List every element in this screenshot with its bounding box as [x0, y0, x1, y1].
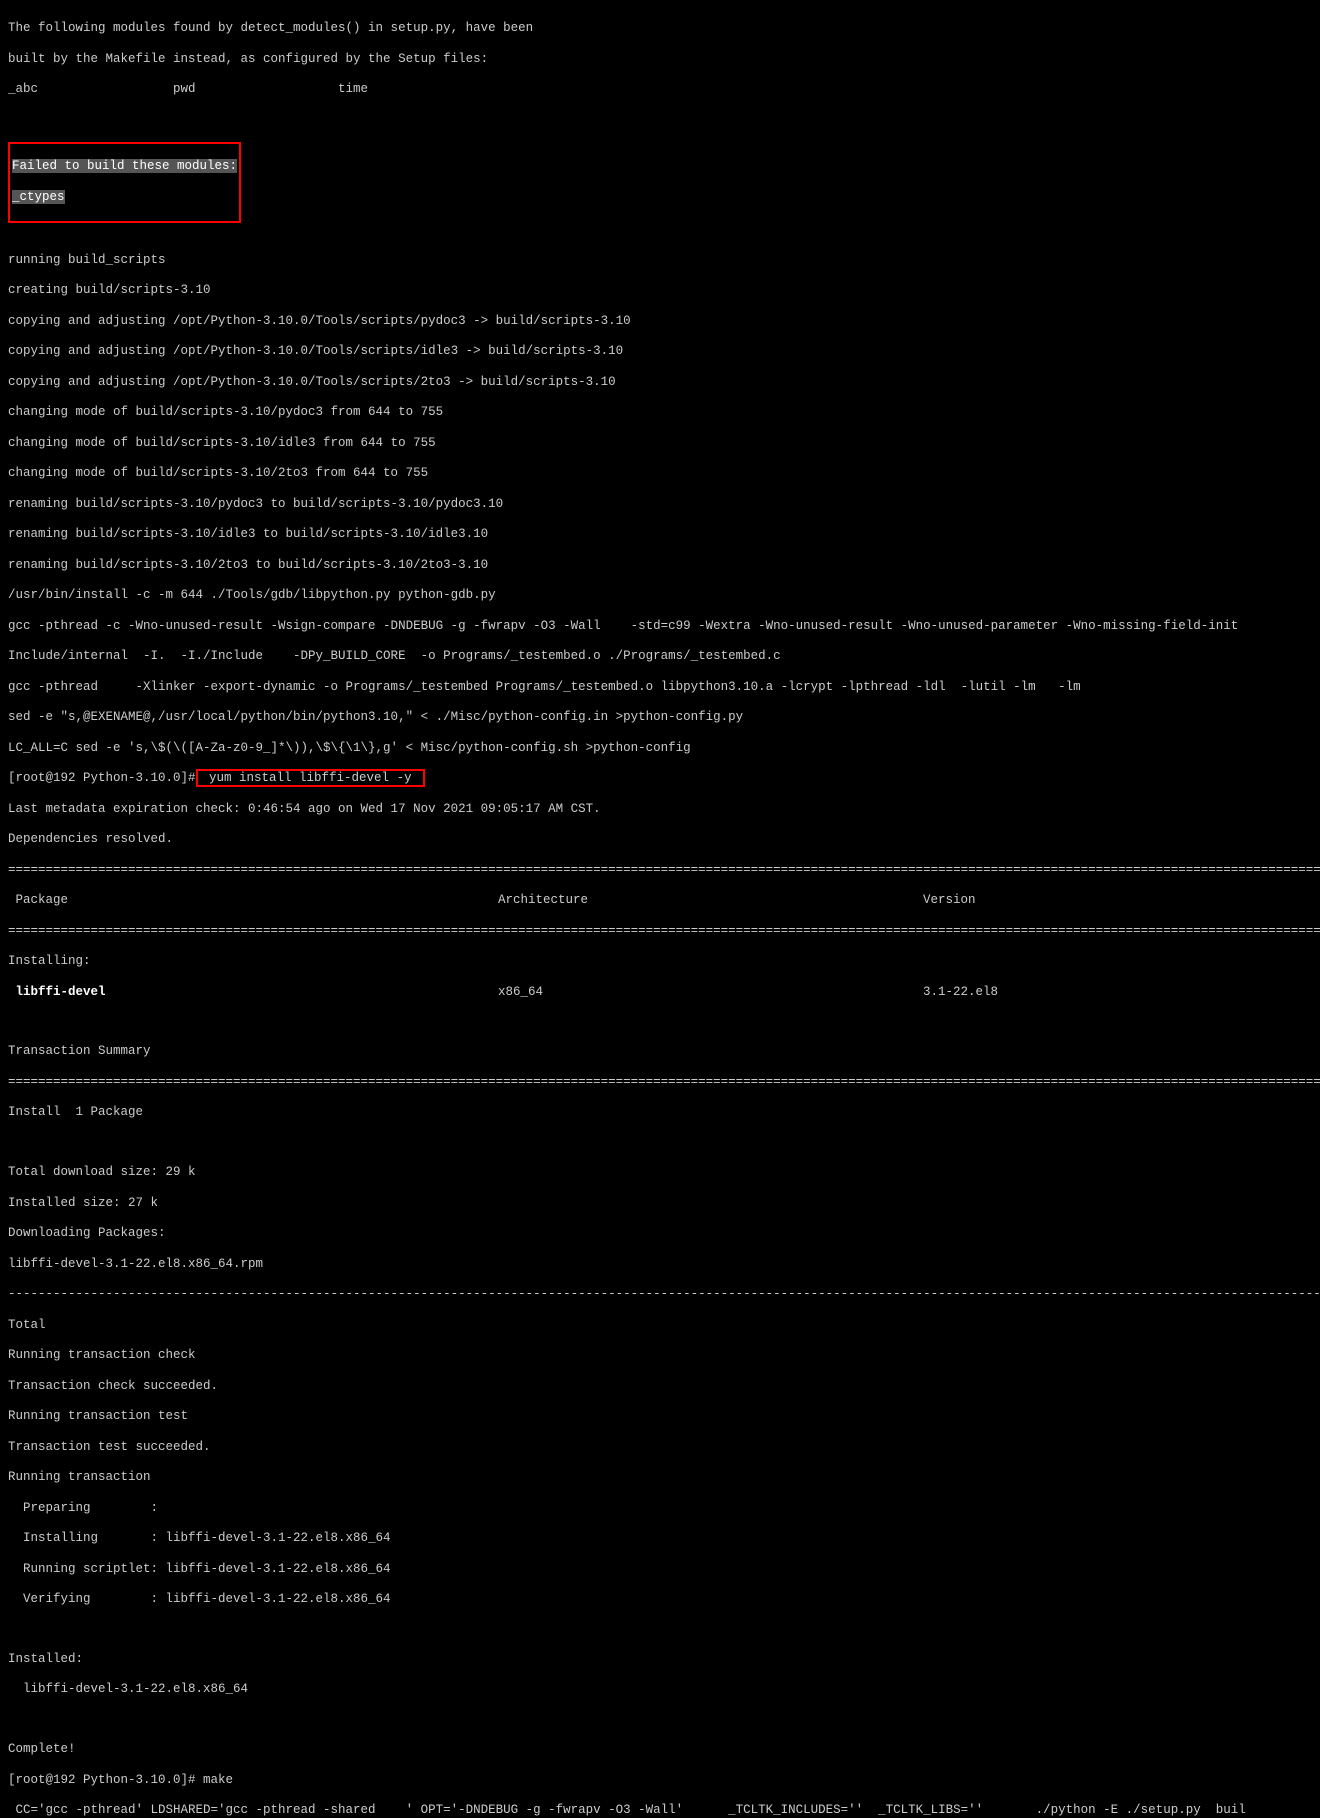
- separator-double: ========================================…: [8, 1075, 1312, 1090]
- output-line: gcc -pthread -c -Wno-unused-result -Wsig…: [8, 619, 1312, 634]
- output-line: Running transaction test: [8, 1409, 1312, 1424]
- separator-double: ========================================…: [8, 924, 1312, 939]
- output-line: Verifying : libffi-devel-3.1-22.el8.x86_…: [8, 1592, 1312, 1607]
- output-line: libffi-devel-3.1-22.el8.x86_64: [8, 1682, 1312, 1697]
- output-line: Include/internal -I. -I./Include -DPy_BU…: [8, 649, 1312, 664]
- col-arch: Architecture: [498, 893, 923, 908]
- output-line: gcc -pthread -Xlinker -export-dynamic -o…: [8, 680, 1312, 695]
- output-line: renaming build/scripts-3.10/2to3 to buil…: [8, 558, 1312, 573]
- output-line: Installed:: [8, 1652, 1312, 1667]
- prompt-line: [root@192 Python-3.10.0]# make: [8, 1773, 1312, 1788]
- output-line: built by the Makefile instead, as config…: [8, 52, 1312, 67]
- output-line: Installing:: [8, 954, 1312, 969]
- col-version: Version: [923, 893, 1312, 908]
- output-line: /usr/bin/install -c -m 644 ./Tools/gdb/l…: [8, 588, 1312, 603]
- col-package: Package: [8, 893, 498, 908]
- failed-header: Failed to build these modules:: [12, 159, 237, 173]
- output-line: renaming build/scripts-3.10/idle3 to bui…: [8, 527, 1312, 542]
- yum-command-highlight: yum install libffi-devel -y: [196, 769, 426, 787]
- failed-modules-highlight: Failed to build these modules: _ctypes: [8, 142, 241, 223]
- terminal-output[interactable]: The following modules found by detect_mo…: [0, 0, 1320, 1818]
- output-line: Downloading Packages:: [8, 1226, 1312, 1241]
- output-line: sed -e "s,@EXENAME@,/usr/local/python/bi…: [8, 710, 1312, 725]
- output-line: Preparing :: [8, 1501, 1312, 1516]
- output-line: Transaction check succeeded.: [8, 1379, 1312, 1394]
- failed-module-name: _ctypes: [12, 190, 65, 204]
- output-line: Last metadata expiration check: 0:46:54 …: [8, 802, 1312, 817]
- separator-dash: ----------------------------------------…: [8, 1287, 1312, 1302]
- output-line: copying and adjusting /opt/Python-3.10.0…: [8, 375, 1312, 390]
- output-line: Running transaction check: [8, 1348, 1312, 1363]
- output-line: creating build/scripts-3.10: [8, 283, 1312, 298]
- separator-double: ========================================…: [8, 863, 1312, 878]
- output-line: Installed size: 27 k: [8, 1196, 1312, 1211]
- output-line: Transaction Summary: [8, 1044, 1312, 1059]
- output-line: Running transaction: [8, 1470, 1312, 1485]
- output-line: Total: [8, 1318, 1312, 1333]
- package-version: 3.1-22.el8: [923, 985, 1312, 1000]
- package-name: libffi-devel: [8, 985, 498, 1000]
- output-line: The following modules found by detect_mo…: [8, 21, 1312, 36]
- output-line: renaming build/scripts-3.10/pydoc3 to bu…: [8, 497, 1312, 512]
- output-line: CC='gcc -pthread' LDSHARED='gcc -pthread…: [8, 1803, 1312, 1818]
- output-line: copying and adjusting /opt/Python-3.10.0…: [8, 344, 1312, 359]
- output-line: Running scriptlet: libffi-devel-3.1-22.e…: [8, 1562, 1312, 1577]
- output-line: Install 1 Package: [8, 1105, 1312, 1120]
- table-row: libffi-devel x86_64 3.1-22.el8: [8, 985, 1312, 1000]
- output-line: changing mode of build/scripts-3.10/2to3…: [8, 466, 1312, 481]
- output-line: Installing : libffi-devel-3.1-22.el8.x86…: [8, 1531, 1312, 1546]
- output-line: running build_scripts: [8, 253, 1312, 268]
- output-line: Transaction test succeeded.: [8, 1440, 1312, 1455]
- output-line: Dependencies resolved.: [8, 832, 1312, 847]
- table-header: Package Architecture Version: [8, 893, 1312, 908]
- output-line: Total download size: 29 k: [8, 1165, 1312, 1180]
- output-line: copying and adjusting /opt/Python-3.10.0…: [8, 314, 1312, 329]
- prompt-line: [root@192 Python-3.10.0]# yum install li…: [8, 771, 1312, 786]
- output-line: Complete!: [8, 1742, 1312, 1757]
- output-line: changing mode of build/scripts-3.10/pydo…: [8, 405, 1312, 420]
- output-line: _abc pwd time: [8, 82, 1312, 97]
- output-line: libffi-devel-3.1-22.el8.x86_64.rpm: [8, 1257, 1312, 1272]
- output-line: changing mode of build/scripts-3.10/idle…: [8, 436, 1312, 451]
- package-arch: x86_64: [498, 985, 923, 1000]
- output-line: LC_ALL=C sed -e 's,\$(\([A-Za-z0-9_]*\))…: [8, 741, 1312, 756]
